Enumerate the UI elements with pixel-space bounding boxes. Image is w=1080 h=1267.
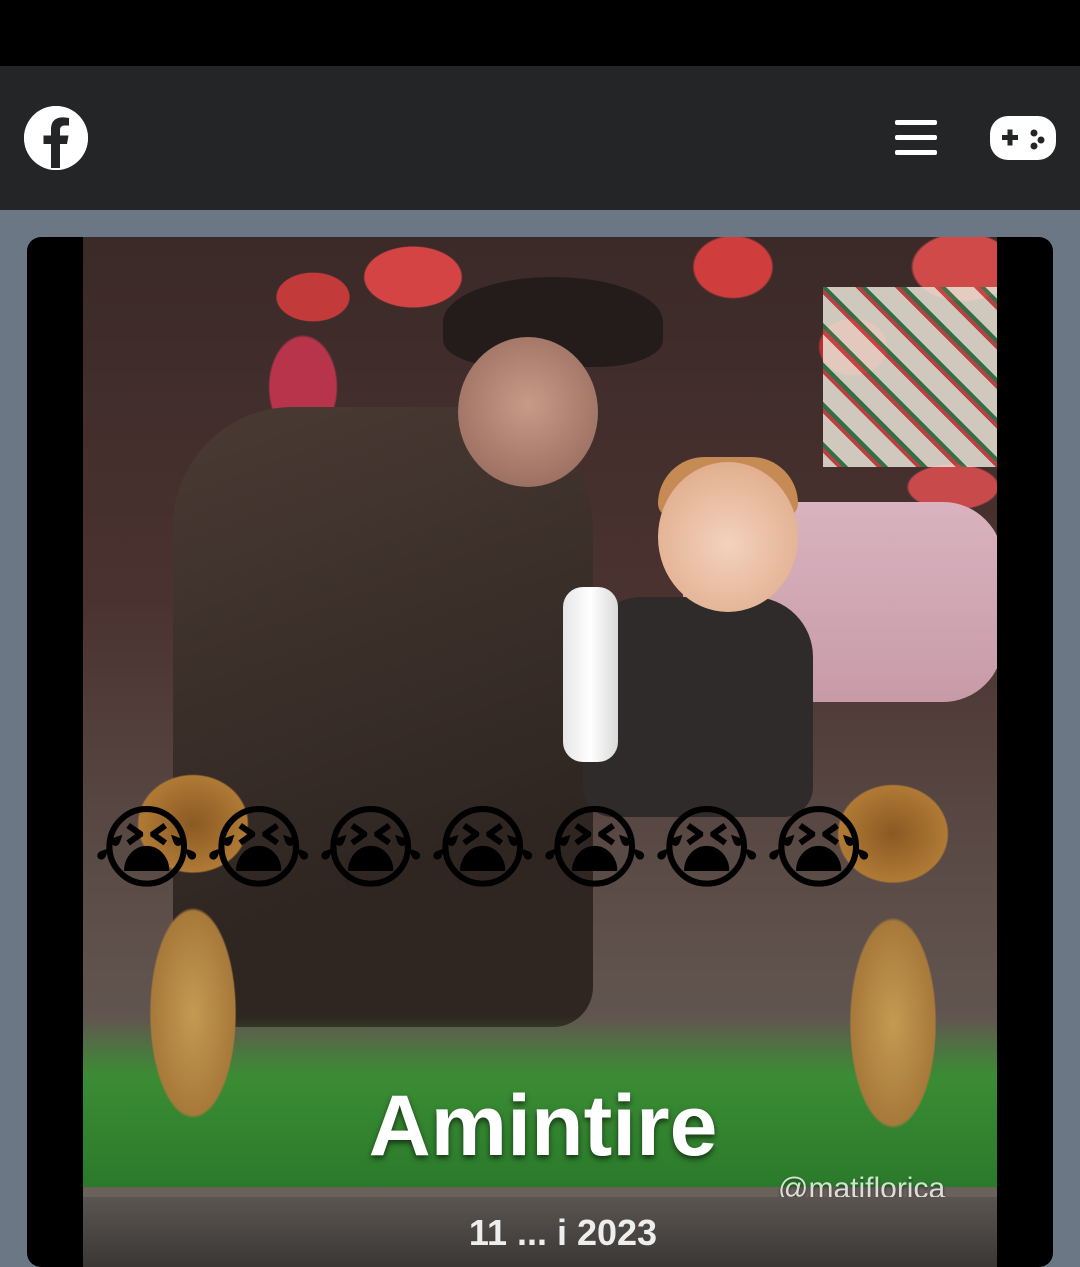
baby-bottle — [563, 587, 618, 762]
embroidered-towel — [823, 287, 997, 467]
hamburger-menu-icon[interactable] — [893, 114, 939, 162]
facebook-logo-icon[interactable] — [24, 106, 88, 170]
crying-face-emoji: 😭 — [205, 795, 313, 902]
gamepad-icon[interactable] — [990, 116, 1056, 160]
crying-face-emoji: 😭 — [765, 795, 873, 902]
crying-face-emoji: 😭 — [429, 795, 537, 902]
news-feed: 😭 😭 😭 😭 😭 😭 😭 Amintire @matiflorica 11 .… — [0, 210, 1080, 1267]
post-photo[interactable]: 😭 😭 😭 😭 😭 😭 😭 Amintire @matiflorica 11 .… — [83, 237, 997, 1267]
crying-face-emoji: 😭 — [653, 795, 761, 902]
post-card[interactable]: 😭 😭 😭 😭 😭 😭 😭 Amintire @matiflorica 11 .… — [27, 237, 1053, 1267]
baby-head — [658, 462, 798, 612]
crying-face-emoji: 😭 — [93, 795, 201, 902]
old-man-head — [458, 337, 598, 487]
status-bar — [0, 0, 1080, 66]
crying-face-emoji: 😭 — [541, 795, 649, 902]
crying-face-emoji: 😭 — [317, 795, 425, 902]
crying-emoji-row: 😭 😭 😭 😭 😭 😭 😭 — [93, 797, 873, 907]
image-caption: Amintire — [368, 1078, 718, 1174]
date-overlay: 11 ... i 2023 — [468, 1212, 658, 1253]
app-header — [0, 66, 1080, 210]
lion-left — [83, 727, 303, 1167]
